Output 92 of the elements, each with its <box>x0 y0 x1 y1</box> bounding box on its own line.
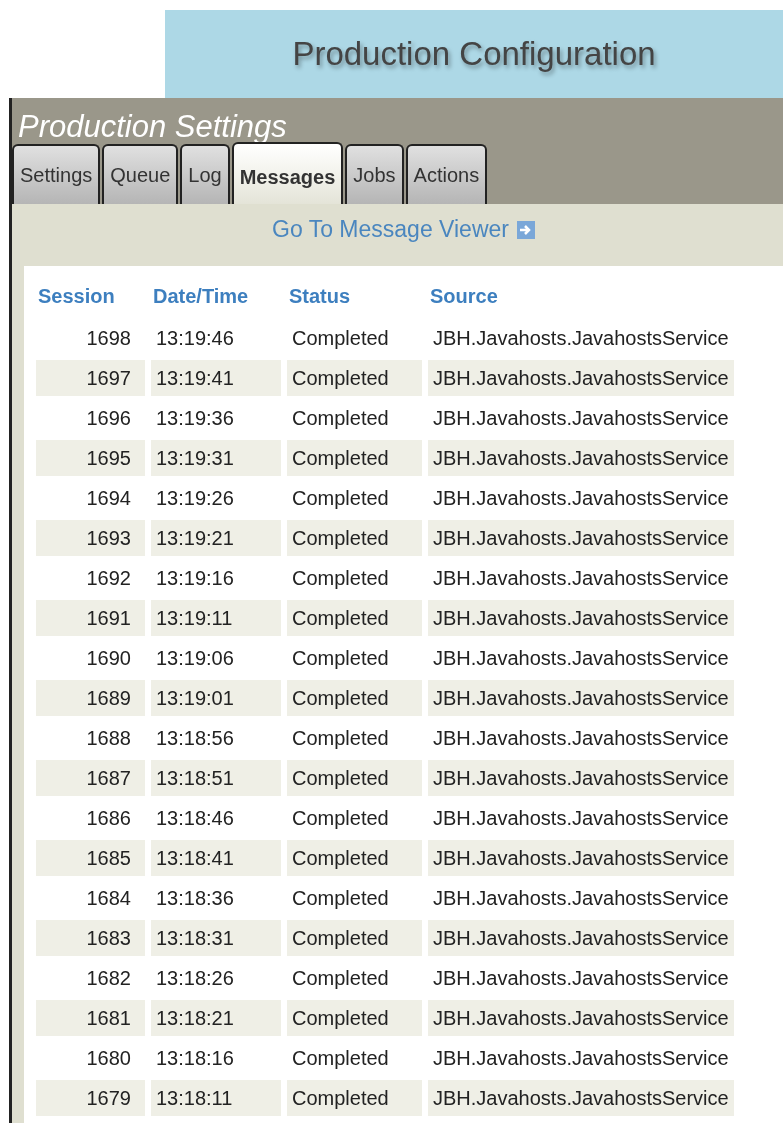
table-cell: 1691 <box>36 600 145 636</box>
table-cell: JBH.Javahosts.JavahostsService <box>428 840 734 876</box>
table-cell-text: Completed <box>291 885 390 911</box>
table-cell: 1697 <box>36 360 145 396</box>
column-header[interactable]: Date/Time <box>151 276 281 316</box>
table-cell-text: 1680 <box>85 1045 132 1071</box>
table-cell: Completed <box>287 840 422 876</box>
tab[interactable]: Jobs <box>345 144 404 204</box>
table-cell: JBH.Javahosts.JavahostsService <box>428 600 734 636</box>
table-cell-text: Completed <box>291 565 390 591</box>
tab[interactable]: Messages <box>231 142 344 204</box>
table-cell: JBH.Javahosts.JavahostsService <box>428 680 734 716</box>
table-cell-text: JBH.Javahosts.JavahostsService <box>432 405 730 431</box>
table-cell-text: 13:18:16 <box>155 1045 235 1071</box>
table-cell-text: 13:19:26 <box>155 485 235 511</box>
table-cell-text: Completed <box>291 405 390 431</box>
table-cell-text: JBH.Javahosts.JavahostsService <box>432 885 730 911</box>
panel-title: Production Settings <box>17 108 288 143</box>
table-cell: Completed <box>287 680 422 716</box>
table-cell-text: 13:18:56 <box>155 725 235 751</box>
table-cell: Completed <box>287 600 422 636</box>
table-cell: JBH.Javahosts.JavahostsService <box>428 360 734 396</box>
table-cell: 1695 <box>36 440 145 476</box>
table-cell-text: 13:18:26 <box>155 965 235 991</box>
table-cell: 13:18:21 <box>151 1000 281 1036</box>
table-cell: JBH.Javahosts.JavahostsService <box>428 1000 734 1036</box>
table-cell: 1679 <box>36 1080 145 1116</box>
table-cell-text: JBH.Javahosts.JavahostsService <box>432 965 730 991</box>
table-cell-text: 1694 <box>85 485 132 511</box>
table-cell-text: 1698 <box>85 325 132 351</box>
column-header[interactable]: Source <box>428 276 734 316</box>
table-cell: 13:19:41 <box>151 360 281 396</box>
table-cell-text: JBH.Javahosts.JavahostsService <box>432 565 730 591</box>
table-cell-text: 1690 <box>85 645 132 671</box>
table-cell: 1681 <box>36 1000 145 1036</box>
table-cell: JBH.Javahosts.JavahostsService <box>428 440 734 476</box>
tab[interactable]: Actions <box>405 144 488 204</box>
table-cell: 13:18:31 <box>151 920 281 956</box>
table-cell-text: 13:19:16 <box>155 565 235 591</box>
table-cell: 13:18:11 <box>151 1080 281 1116</box>
table-cell: 13:18:41 <box>151 840 281 876</box>
table-cell-text: 1688 <box>85 725 132 751</box>
table-cell-text: 13:18:46 <box>155 805 235 831</box>
column-header[interactable]: Session <box>36 276 145 316</box>
table-cell-text: 1692 <box>85 565 132 591</box>
table-cell-text: Completed <box>291 325 390 351</box>
table-cell: 13:19:21 <box>151 520 281 556</box>
table-cell-text: 1696 <box>85 405 132 431</box>
table-cell: 1683 <box>36 920 145 956</box>
table-cell-text: JBH.Javahosts.JavahostsService <box>432 485 730 511</box>
table-cell: Completed <box>287 920 422 956</box>
table-cell: JBH.Javahosts.JavahostsService <box>428 920 734 956</box>
table-cell-text: JBH.Javahosts.JavahostsService <box>432 805 730 831</box>
table-cell-text: 13:19:36 <box>155 405 235 431</box>
table-cell: JBH.Javahosts.JavahostsService <box>428 520 734 556</box>
table-cell-text: JBH.Javahosts.JavahostsService <box>432 325 730 351</box>
table-cell: 13:19:01 <box>151 680 281 716</box>
table-cell: 13:19:31 <box>151 440 281 476</box>
table-cell-text: Completed <box>291 725 390 751</box>
table-cell-text: Completed <box>291 965 390 991</box>
table-cell: 13:18:51 <box>151 760 281 796</box>
table-cell-text: 1686 <box>85 805 132 831</box>
tab[interactable]: Queue <box>102 144 179 204</box>
table-cell: JBH.Javahosts.JavahostsService <box>428 1080 734 1116</box>
table-cell-text: Completed <box>291 805 390 831</box>
tab[interactable]: Settings <box>12 144 101 204</box>
table-cell: Completed <box>287 360 422 396</box>
table-cell: Completed <box>287 1000 422 1036</box>
table-cell-text: Completed <box>291 1045 390 1071</box>
table-cell: 1693 <box>36 520 145 556</box>
table-cell: Completed <box>287 440 422 476</box>
table-cell: Completed <box>287 1080 422 1116</box>
table-cell: 1687 <box>36 760 145 796</box>
table-cell: Completed <box>287 760 422 796</box>
table-cell: 1689 <box>36 680 145 716</box>
table-cell: JBH.Javahosts.JavahostsService <box>428 760 734 796</box>
column-header[interactable]: Status <box>287 276 422 316</box>
table-cell-text: JBH.Javahosts.JavahostsService <box>432 1045 730 1071</box>
tab[interactable]: Log <box>180 144 230 204</box>
table-cell-text: Completed <box>291 645 390 671</box>
table-cell: 1685 <box>36 840 145 876</box>
table-cell-text: 1684 <box>85 885 132 911</box>
table-cell-text: Completed <box>291 485 390 511</box>
table-cell: Completed <box>287 520 422 556</box>
table-cell-text: 13:19:46 <box>155 325 235 351</box>
table-cell-text: 13:18:36 <box>155 885 235 911</box>
table-cell-text: JBH.Javahosts.JavahostsService <box>432 725 730 751</box>
table-cell-text: 1682 <box>85 965 132 991</box>
table-cell-text: 13:19:06 <box>155 645 235 671</box>
page-title: Production Configuration <box>292 35 656 73</box>
table-cell-text: JBH.Javahosts.JavahostsService <box>432 645 730 671</box>
table-cell: 13:19:11 <box>151 600 281 636</box>
